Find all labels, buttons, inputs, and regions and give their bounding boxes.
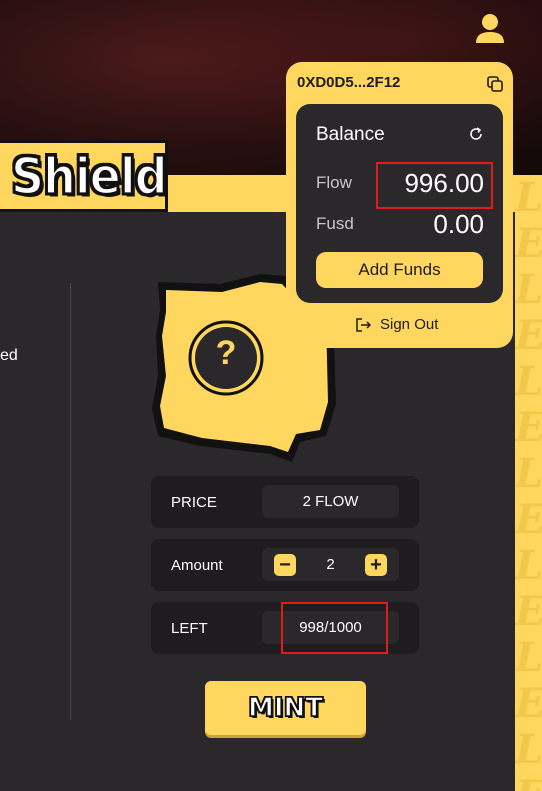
fusd-label: Fusd <box>316 214 354 233</box>
amount-stepper: − 2 + <box>262 548 399 581</box>
add-funds-button[interactable]: Add Funds <box>316 252 483 288</box>
amount-row: Amount − 2 + <box>151 539 419 591</box>
side-text-fragment: ed <box>0 347 18 364</box>
flow-label: Flow <box>316 173 352 192</box>
mystery-question-mark: ? <box>215 334 237 372</box>
wallet-address: 0XD0D5...2F12 <box>297 74 401 91</box>
refresh-icon[interactable] <box>468 126 484 142</box>
mint-button[interactable]: MINT <box>205 681 366 735</box>
amount-value: 2 <box>326 556 335 573</box>
fusd-balance: 0.00 <box>433 209 484 239</box>
copy-icon[interactable] <box>487 76 503 92</box>
price-row: PRICE 2 FLOW <box>151 476 419 528</box>
mint-label: MINT <box>247 692 324 724</box>
balance-title: Balance <box>316 124 385 145</box>
price-value: 2 FLOW <box>262 485 399 518</box>
left-value-highlight <box>281 602 388 654</box>
user-account-icon[interactable] <box>475 12 505 44</box>
collection-title-badge: Shield <box>0 140 169 212</box>
decrease-amount-button[interactable]: − <box>274 554 296 576</box>
increase-amount-button[interactable]: + <box>365 554 387 576</box>
sign-out-button[interactable]: Sign Out <box>356 316 438 333</box>
flow-balance-highlight <box>376 162 493 209</box>
amount-label: Amount <box>171 556 223 574</box>
sign-out-label: Sign Out <box>380 316 439 333</box>
price-label: PRICE <box>171 493 217 511</box>
sign-out-icon <box>356 317 372 332</box>
panel-divider <box>70 283 71 720</box>
band-decorative-letters: LELELELELELELELELELELELELELE <box>515 175 542 791</box>
collection-title: Shield <box>10 146 169 206</box>
left-label: LEFT <box>171 619 208 637</box>
